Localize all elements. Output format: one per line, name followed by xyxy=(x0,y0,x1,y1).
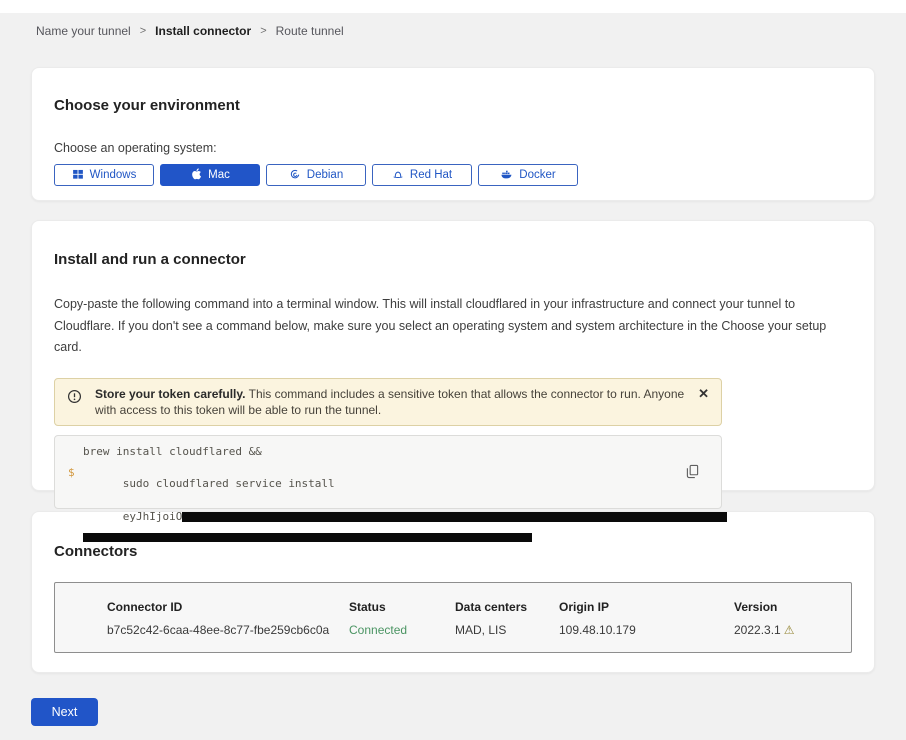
table-row: b7c52c42-6caa-48ee-8c77-fbe259cb6c0a Con… xyxy=(107,623,841,637)
top-strip xyxy=(0,0,906,13)
header-connector-id: Connector ID xyxy=(107,600,349,614)
header-data-centers: Data centers xyxy=(455,600,559,614)
token-prefix: eyJhIjoiO xyxy=(123,510,183,523)
code-line-sudo-text: sudo cloudflared service install xyxy=(123,477,335,490)
breadcrumb-route-tunnel[interactable]: Route tunnel xyxy=(276,24,344,38)
apple-icon xyxy=(190,167,202,183)
install-description: Copy-paste the following command into a … xyxy=(54,294,852,359)
docker-icon xyxy=(500,168,513,183)
code-line-brew: brew install cloudflared && xyxy=(69,446,707,457)
redacted-token-bar-2 xyxy=(83,533,532,542)
os-button-label: Red Hat xyxy=(410,169,452,181)
os-button-label: Mac xyxy=(208,169,230,181)
windows-icon xyxy=(72,168,84,183)
cell-data-centers: MAD, LIS xyxy=(455,623,559,637)
install-card-title: Install and run a connector xyxy=(54,251,852,269)
os-button-mac[interactable]: Mac xyxy=(160,164,260,186)
breadcrumb-separator: > xyxy=(260,25,266,37)
os-select-label: Choose an operating system: xyxy=(54,141,852,156)
shell-prompt: $ xyxy=(68,467,75,478)
cell-connector-id: b7c52c42-6caa-48ee-8c77-fbe259cb6c0a xyxy=(107,623,349,637)
code-line-sudo: $ sudo cloudflared service install xyxy=(69,467,707,500)
alert-circle-icon xyxy=(67,389,82,408)
version-warning-icon: ⚠ xyxy=(784,623,795,637)
token-warning-banner: Store your token carefully. This command… xyxy=(54,378,722,426)
install-connector-card: Install and run a connector Copy-paste t… xyxy=(31,220,875,491)
cell-origin-ip: 109.48.10.179 xyxy=(559,623,734,637)
breadcrumb-name-your-tunnel[interactable]: Name your tunnel xyxy=(36,24,131,38)
header-origin-ip: Origin IP xyxy=(559,600,734,614)
os-button-label: Debian xyxy=(307,169,343,181)
close-icon[interactable]: ✕ xyxy=(696,385,711,403)
os-button-windows[interactable]: Windows xyxy=(54,164,154,186)
breadcrumb: Name your tunnel > Install connector > R… xyxy=(36,23,906,39)
breadcrumb-install-connector[interactable]: Install connector xyxy=(155,24,251,38)
cell-status: Connected xyxy=(349,623,455,637)
connectors-card-title: Connectors xyxy=(54,543,852,561)
cell-version: 2022.3.1⚠ xyxy=(734,623,841,637)
os-button-label: Docker xyxy=(519,169,555,181)
redhat-icon xyxy=(392,168,404,183)
connectors-table: Connector ID Status Data centers Origin … xyxy=(54,582,852,653)
os-button-docker[interactable]: Docker xyxy=(478,164,578,186)
copy-icon[interactable] xyxy=(686,464,699,482)
redacted-token-bar-1 xyxy=(182,512,727,522)
breadcrumb-separator: > xyxy=(140,25,146,37)
header-status: Status xyxy=(349,600,455,614)
install-command-code-block: brew install cloudflared && $ sudo cloudf… xyxy=(54,435,722,509)
os-button-row: Windows Mac Debian Red Hat Docker xyxy=(54,164,852,186)
environment-card: Choose your environment Choose an operat… xyxy=(31,67,875,201)
connectors-table-header: Connector ID Status Data centers Origin … xyxy=(107,600,841,614)
os-button-debian[interactable]: Debian xyxy=(266,164,366,186)
os-button-redhat[interactable]: Red Hat xyxy=(372,164,472,186)
debian-icon xyxy=(289,168,301,183)
os-button-label: Windows xyxy=(90,169,137,181)
warning-bold-text: Store your token carefully. xyxy=(95,387,246,401)
code-line-token: eyJhIjoiO xyxy=(69,500,707,533)
environment-card-title: Choose your environment xyxy=(54,97,852,115)
next-button[interactable]: Next xyxy=(31,698,98,726)
header-version: Version xyxy=(734,600,841,614)
